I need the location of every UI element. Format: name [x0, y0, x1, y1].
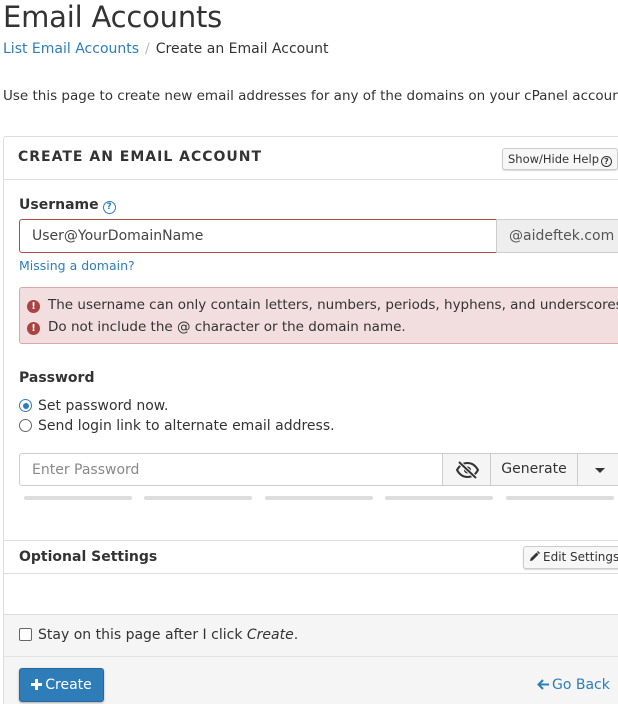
create-button[interactable]: Create: [19, 668, 104, 702]
username-input[interactable]: [19, 219, 497, 253]
panel-footer: Stay on this page after I click Create. …: [4, 614, 618, 704]
edit-settings-label: Edit Settings: [543, 550, 618, 564]
stay-on-page-prefix: Stay on this page after I click: [38, 627, 247, 643]
stay-on-page-suffix: .: [293, 627, 299, 643]
show-hide-help-label: Show/Hide Help: [508, 152, 599, 166]
error-text-1: The username can only contain letters, n…: [48, 297, 618, 313]
strength-bar-3: [265, 496, 373, 500]
create-email-panel: CREATE AN EMAIL ACCOUNT Show/Hide Help? …: [3, 136, 618, 704]
strength-bar-5: [506, 496, 614, 500]
breadcrumb-link-list-email-accounts[interactable]: List Email Accounts: [3, 41, 139, 57]
radio-set-password-now[interactable]: Set password now.: [19, 398, 168, 414]
show-hide-help-button[interactable]: Show/Hide Help?: [502, 148, 618, 170]
strength-bar-1: [24, 496, 132, 500]
strength-bar-2: [144, 496, 252, 500]
radio-label-set-password: Set password now.: [38, 398, 169, 414]
create-button-label: Create: [45, 677, 92, 693]
radio-button-selected[interactable]: [19, 399, 32, 412]
panel-heading: CREATE AN EMAIL ACCOUNT Show/Hide Help?: [4, 137, 618, 180]
page-title: Email Accounts: [3, 0, 223, 34]
go-back-link[interactable]: Go Back: [537, 677, 610, 693]
error-line-2: ! Do not include the @ character or the d…: [27, 319, 406, 335]
username-label-text: Username: [19, 197, 99, 213]
breadcrumb-separator: /: [145, 41, 150, 57]
go-back-label: Go Back: [552, 677, 610, 693]
exclamation-circle-icon: !: [27, 322, 40, 335]
toggle-password-visibility-button[interactable]: [442, 453, 491, 486]
breadcrumb-current: Create an Email Account: [155, 41, 329, 57]
breadcrumb: List Email Accounts / Create an Email Acco…: [3, 41, 328, 57]
panel-title: CREATE AN EMAIL ACCOUNT: [18, 149, 263, 165]
eye-slash-icon: [455, 461, 480, 479]
optional-settings-divider: [4, 540, 618, 541]
username-error-alert: ! The username can only contain letters, …: [19, 287, 618, 344]
radio-label-send-login-link: Send login link to alternate email addre…: [38, 418, 335, 434]
username-help-icon[interactable]: ?: [102, 201, 116, 214]
footer-divider: [4, 656, 618, 657]
password-input[interactable]: [19, 453, 443, 486]
stay-on-page-option[interactable]: Stay on this page after I click Create.: [19, 627, 298, 643]
exclamation-circle-icon: !: [27, 300, 40, 313]
radio-send-login-link[interactable]: Send login link to alternate email addre…: [19, 418, 335, 434]
username-label: Username?: [19, 197, 116, 214]
pencil-icon: [530, 551, 540, 561]
question-circle-icon: ?: [601, 156, 612, 167]
stay-on-page-emphasis: Create: [246, 627, 294, 643]
generate-options-dropdown[interactable]: [577, 453, 618, 486]
generate-password-button[interactable]: Generate: [490, 453, 578, 486]
stay-on-page-checkbox[interactable]: [19, 628, 32, 641]
strength-bar-4: [385, 496, 493, 500]
arrow-left-icon: [537, 679, 549, 690]
password-label: Password: [19, 370, 95, 386]
error-text-2: Do not include the @ character or the do…: [48, 319, 406, 335]
missing-domain-link[interactable]: Missing a domain?: [19, 258, 135, 273]
page-intro: Use this page to create new email addres…: [3, 88, 618, 104]
error-line-1: ! The username can only contain letters, …: [27, 297, 618, 313]
plus-icon: [31, 679, 43, 690]
edit-settings-button[interactable]: Edit Settings: [523, 546, 618, 569]
radio-button[interactable]: [19, 419, 32, 432]
domain-addon[interactable]: @aideftek.com: [496, 219, 618, 253]
optional-settings-title: Optional Settings: [19, 549, 158, 565]
optional-settings-divider-bottom: [4, 573, 618, 574]
